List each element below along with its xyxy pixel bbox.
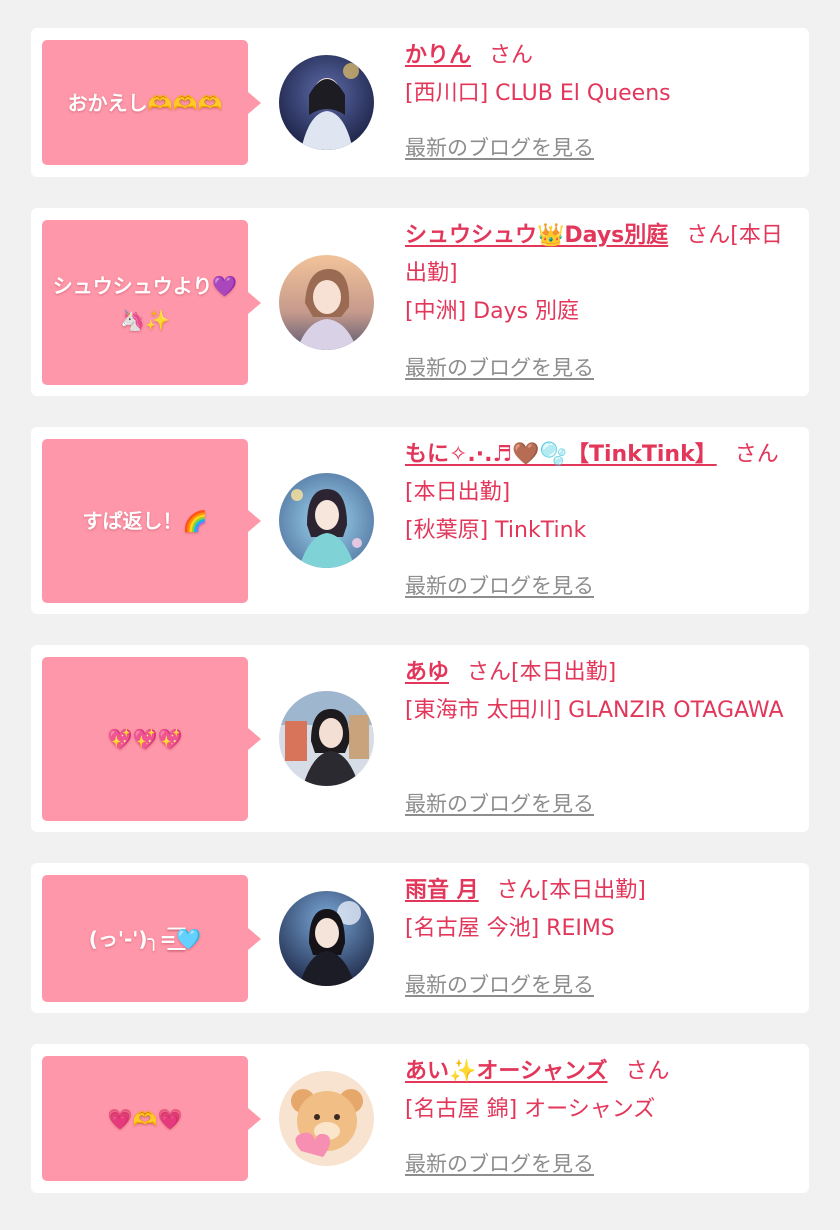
- list-item: シュウシュウより💜🦄✨ シュウシュウ👑Days別庭 さん[本日出勤] [中洲] D…: [31, 208, 809, 396]
- latest-blog-link[interactable]: 最新のブログを見る: [405, 132, 594, 162]
- work-status: [本日出勤]: [405, 480, 511, 505]
- cast-name-link[interactable]: あゆ: [405, 660, 449, 685]
- avatar[interactable]: [279, 255, 374, 350]
- cast-info: もに✧.·.♬🤎🫧【TinkTink】 さん [本日出勤] [秋葉原] TinkT…: [405, 436, 799, 550]
- message-bubble: 💖💖💖: [42, 657, 261, 821]
- area-shop: [秋葉原] TinkTink: [405, 518, 587, 543]
- cast-name-link[interactable]: シュウシュウ👑Days別庭: [405, 223, 668, 248]
- cast-info: 雨音 月さん[本日出勤] [名古屋 今池] REIMS: [405, 872, 799, 948]
- honorific: さん: [686, 223, 731, 248]
- message-bubble: (っ'-')╮=͟͟͞͞🩵: [42, 875, 261, 1002]
- work-status: [本日出勤]: [511, 660, 617, 685]
- avatar[interactable]: [279, 55, 374, 150]
- list-item: 💖💖💖 あゆ さん[本日出勤] [東海市 太田川] GLANZIR OTAGAWA…: [31, 645, 809, 832]
- latest-blog-link[interactable]: 最新のブログを見る: [405, 352, 594, 382]
- area-shop: [中洲] Days 別庭: [405, 299, 580, 324]
- latest-blog-link[interactable]: 最新のブログを見る: [405, 788, 594, 818]
- area-shop: [名古屋 錦] オーシャンズ: [405, 1097, 656, 1122]
- cast-info: シュウシュウ👑Days別庭 さん[本日出勤] [中洲] Days 別庭: [405, 217, 799, 331]
- message-bubble: おかえし🫶🫶🫶: [42, 40, 261, 165]
- latest-blog-link[interactable]: 最新のブログを見る: [405, 570, 594, 600]
- cast-info: あい✨オーシャンズ さん [名古屋 錦] オーシャンズ: [405, 1053, 799, 1129]
- cast-name-link[interactable]: あい✨オーシャンズ: [405, 1059, 608, 1084]
- list-item: (っ'-')╮=͟͟͞͞🩵 雨音 月さん[本日出勤] [名古屋 今池] REIM…: [31, 863, 809, 1013]
- list-item: おかえし🫶🫶🫶 かりん さん [西川口] CLUB El Queens 最新のブロ…: [31, 28, 809, 177]
- area-shop: [東海市 太田川] GLANZIR OTAGAWA: [405, 698, 784, 723]
- cast-name-link[interactable]: もに✧.·.♬🤎🫧【TinkTink】: [405, 442, 717, 467]
- area-shop: [名古屋 今池] REIMS: [405, 916, 615, 941]
- avatar[interactable]: [279, 1071, 374, 1166]
- latest-blog-link[interactable]: 最新のブログを見る: [405, 1148, 594, 1178]
- avatar[interactable]: [279, 473, 374, 568]
- list-item: すぱ返し！🌈 もに✧.·.♬🤎🫧【TinkTink】 さん [本日出勤] [秋葉原…: [31, 427, 809, 614]
- message-bubble: すぱ返し！🌈: [42, 439, 261, 603]
- avatar[interactable]: [279, 891, 374, 986]
- message-bubble: 💗🫶💗: [42, 1056, 261, 1181]
- avatar[interactable]: [279, 691, 374, 786]
- cast-name-link[interactable]: 雨音 月: [405, 878, 479, 903]
- cast-name-link[interactable]: かりん: [405, 43, 471, 68]
- cast-info: あゆ さん[本日出勤] [東海市 太田川] GLANZIR OTAGAWA: [405, 654, 799, 730]
- cast-info: かりん さん [西川口] CLUB El Queens: [405, 37, 799, 113]
- latest-blog-link[interactable]: 最新のブログを見る: [405, 969, 594, 999]
- honorific: さん: [496, 878, 541, 903]
- honorific: さん: [734, 442, 779, 467]
- message-bubble: シュウシュウより💜🦄✨: [42, 220, 261, 385]
- honorific: さん: [489, 43, 534, 68]
- list-item: 💗🫶💗 あい✨オーシャンズ さん [名古屋 錦] オーシャンズ 最新のブログを見る: [31, 1044, 809, 1193]
- work-status: [本日出勤]: [540, 878, 646, 903]
- honorific: さん: [625, 1059, 670, 1084]
- area-shop: [西川口] CLUB El Queens: [405, 81, 671, 106]
- honorific: さん: [467, 660, 512, 685]
